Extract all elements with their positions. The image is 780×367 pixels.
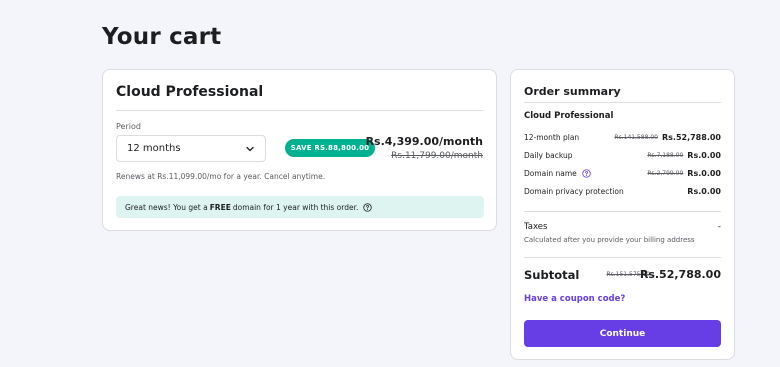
line-original-price: Rs.141,588.00 bbox=[614, 133, 658, 141]
line-price: Rs.0.00 bbox=[687, 150, 721, 160]
summary-line: Domain name Rs.2,799.00 Rs.0.00 bbox=[524, 167, 721, 179]
promo-text-bold: FREE bbox=[209, 202, 231, 212]
period-select[interactable]: 12 months bbox=[116, 135, 266, 162]
line-label: Domain name bbox=[524, 168, 577, 178]
promo-text-after: domain for 1 year with this order. bbox=[232, 202, 359, 212]
line-price: Rs.0.00 bbox=[687, 168, 721, 178]
help-circle-icon[interactable] bbox=[582, 168, 591, 178]
divider bbox=[524, 102, 721, 103]
page-title: Your cart bbox=[102, 24, 222, 50]
line-label: Daily backup bbox=[524, 150, 573, 160]
product-name: Cloud Professional bbox=[116, 84, 264, 100]
line-original-price: Rs.2,799.00 bbox=[647, 169, 684, 177]
divider bbox=[524, 257, 721, 258]
summary-line: 12-month plan Rs.141,588.00 Rs.52,788.00 bbox=[524, 131, 721, 143]
promo-text-before: Great news! You get a bbox=[125, 202, 208, 212]
line-original-price: Rs.7,188.00 bbox=[647, 151, 684, 159]
taxes-label: Taxes bbox=[524, 222, 548, 232]
subtotal-amount: Rs.52,788.00 bbox=[639, 268, 721, 281]
taxes-value: - bbox=[717, 222, 721, 232]
divider bbox=[524, 211, 721, 212]
product-card: Cloud Professional Period 12 months SAVE… bbox=[102, 69, 497, 231]
help-circle-icon[interactable] bbox=[363, 202, 373, 212]
continue-button[interactable]: Continue bbox=[524, 320, 721, 347]
summary-product-name: Cloud Professional bbox=[524, 111, 614, 121]
line-label: 12-month plan bbox=[524, 132, 580, 142]
order-summary-title: Order summary bbox=[524, 85, 621, 98]
taxes-note: Calculated after you provide your billin… bbox=[524, 236, 695, 244]
line-price: Rs.52,788.00 bbox=[661, 132, 721, 142]
period-select-value: 12 months bbox=[127, 143, 181, 154]
price-current: Rs.4,399.00/month bbox=[365, 135, 483, 148]
divider bbox=[116, 110, 483, 111]
coupon-code-link[interactable]: Have a coupon code? bbox=[524, 294, 625, 304]
renewal-note: Renews at Rs.11,099.00/mo for a year. Ca… bbox=[116, 172, 326, 181]
chevron-down-icon bbox=[246, 146, 254, 151]
line-label: Domain privacy protection bbox=[524, 186, 624, 196]
price-original: Rs.11,799.00/month bbox=[391, 151, 483, 161]
order-summary-card: Order summary Cloud Professional 12-mont… bbox=[510, 69, 735, 360]
free-domain-banner: Great news! You get a FREE domain for 1 … bbox=[116, 196, 484, 218]
save-badge: SAVE RS.88,800.00 bbox=[285, 139, 375, 157]
summary-line: Daily backup Rs.7,188.00 Rs.0.00 bbox=[524, 149, 721, 161]
subtotal-label: Subtotal bbox=[524, 268, 580, 282]
line-price: Rs.0.00 bbox=[687, 186, 721, 196]
period-label: Period bbox=[116, 122, 141, 131]
summary-line: Domain privacy protection Rs.0.00 bbox=[524, 185, 721, 197]
